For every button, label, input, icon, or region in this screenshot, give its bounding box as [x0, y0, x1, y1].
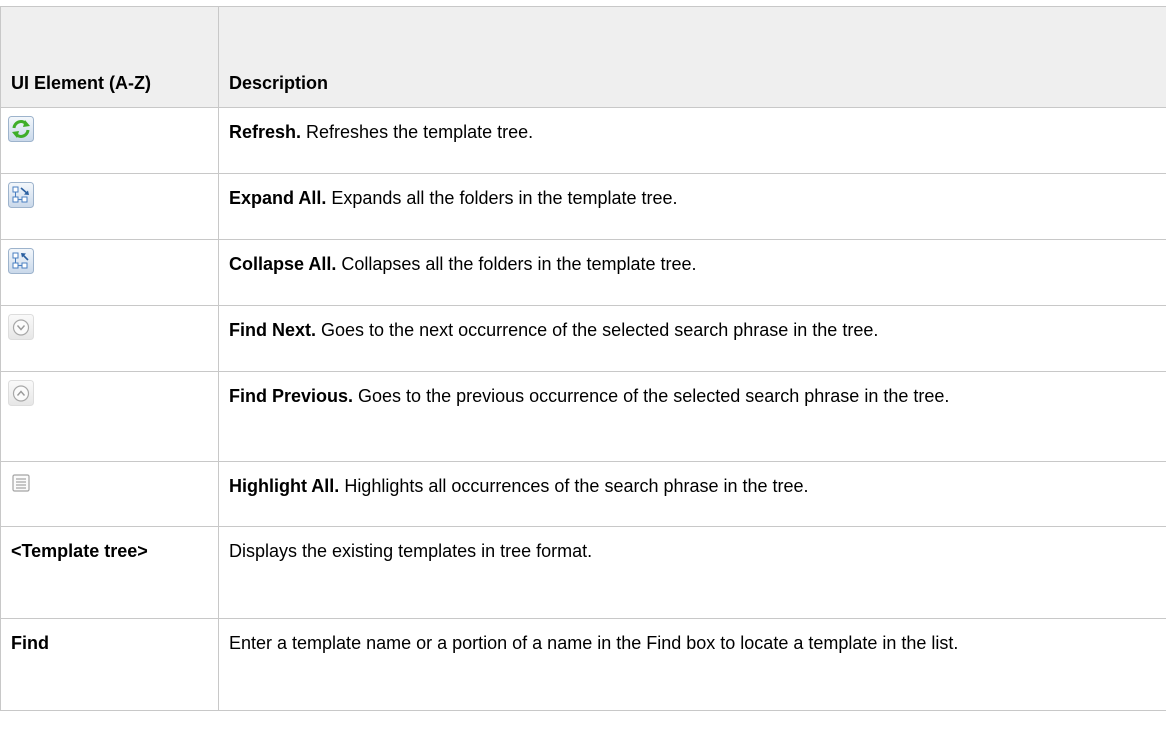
icon-cell: [0, 107, 219, 174]
icon-cell: [0, 371, 219, 462]
description-cell: Find Previous. Goes to the previous occu…: [218, 371, 1166, 462]
table-row: Find Enter a template name or a portion …: [0, 618, 1166, 711]
row-description: Highlights all occurrences of the search…: [339, 476, 809, 496]
row-term: Highlight All.: [229, 476, 340, 496]
description-cell: Collapse All. Collapses all the folders …: [218, 239, 1166, 306]
header-ui-element-label: UI Element (A-Z): [11, 73, 152, 93]
find-previous-icon: [8, 380, 34, 406]
description-cell: Highlight All. Highlights all occurrence…: [218, 461, 1166, 527]
refresh-icon: [8, 116, 34, 142]
icon-cell: [0, 305, 219, 372]
table-row: Refresh. Refreshes the template tree.: [0, 107, 1166, 174]
header-ui-element: UI Element (A-Z): [0, 6, 219, 108]
collapse-all-icon: [8, 248, 34, 274]
row-description: Goes to the next occurrence of the selec…: [316, 320, 879, 340]
description-cell: Find Next. Goes to the next occurrence o…: [218, 305, 1166, 372]
expand-all-icon: [8, 182, 34, 208]
description-cell: Displays the existing templates in tree …: [218, 526, 1166, 619]
table-header-row: UI Element (A-Z) Description: [0, 6, 1166, 108]
row-term: Collapse All.: [229, 254, 337, 274]
highlight-all-icon: [8, 470, 34, 496]
find-next-icon: [8, 314, 34, 340]
icon-cell: [0, 173, 219, 240]
icon-cell: [0, 461, 219, 527]
description-cell: Refresh. Refreshes the template tree.: [218, 107, 1166, 174]
table-row: Find Next. Goes to the next occurrence o…: [0, 305, 1166, 372]
row-term: Refresh.: [229, 122, 302, 142]
table-row: Highlight All. Highlights all occurrence…: [0, 461, 1166, 527]
table-row: Collapse All. Collapses all the folders …: [0, 239, 1166, 306]
icon-cell: [0, 239, 219, 306]
row-element-name: <Template tree>: [11, 541, 148, 561]
element-name-cell: <Template tree>: [0, 526, 219, 619]
ui-elements-table: UI Element (A-Z) Description Refresh. Re…: [0, 6, 1166, 711]
row-term: Find Next.: [229, 320, 317, 340]
row-description: Refreshes the template tree.: [301, 122, 534, 142]
row-description: Enter a template name or a portion of a …: [229, 633, 959, 653]
table-row: Find Previous. Goes to the previous occu…: [0, 371, 1166, 462]
row-term: Expand All.: [229, 188, 327, 208]
description-cell: Enter a template name or a portion of a …: [218, 618, 1166, 711]
row-element-name: Find: [11, 633, 49, 653]
element-name-cell: Find: [0, 618, 219, 711]
header-description: Description: [218, 6, 1166, 108]
table-row: Expand All. Expands all the folders in t…: [0, 173, 1166, 240]
row-description: Displays the existing templates in tree …: [229, 541, 593, 561]
description-cell: Expand All. Expands all the folders in t…: [218, 173, 1166, 240]
row-description: Goes to the previous occurrence of the s…: [353, 386, 950, 406]
row-description: Expands all the folders in the template …: [326, 188, 678, 208]
table-row: <Template tree> Displays the existing te…: [0, 526, 1166, 619]
row-description: Collapses all the folders in the templat…: [336, 254, 697, 274]
header-description-label: Description: [229, 73, 329, 93]
row-term: Find Previous.: [229, 386, 354, 406]
